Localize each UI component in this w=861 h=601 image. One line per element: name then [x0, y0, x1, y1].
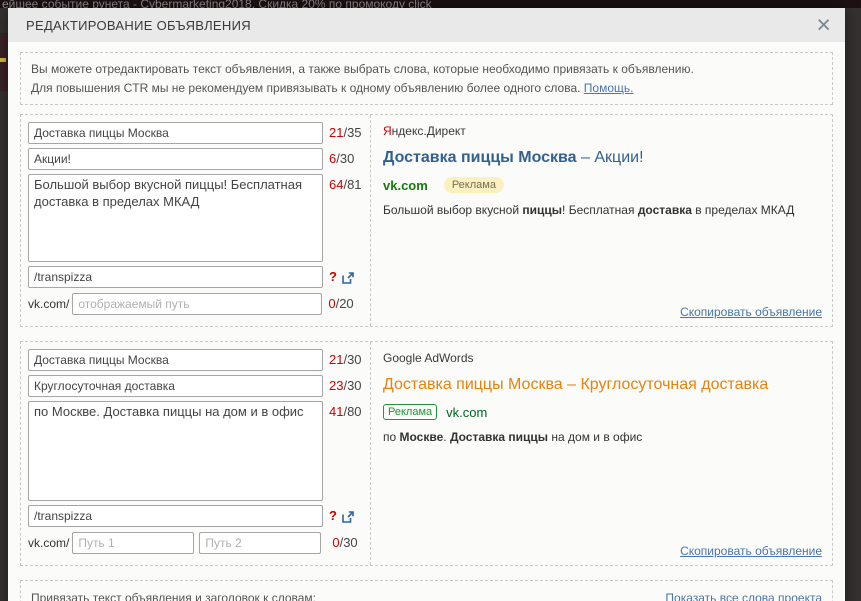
char-counter: 21/30: [329, 349, 362, 371]
google-ad-form: 21/30 23/30 по Москве. Доставка пиццы на…: [21, 342, 371, 565]
preview-ad-text: по Москве. Доставка пиццы на дом и в офи…: [383, 429, 820, 446]
modal-header: РЕДАКТИРОВАНИЕ ОБЪЯВЛЕНИЯ ×: [8, 8, 845, 42]
preview-ad-title: Доставка пиццы Москва – Акции!: [383, 149, 820, 167]
google-title1-input[interactable]: [28, 349, 323, 371]
google-title2-input[interactable]: [28, 375, 323, 397]
intro-note: Вы можете отредактировать текст объявлен…: [20, 52, 833, 105]
network-label: Google AdWords: [383, 351, 820, 365]
bind-words-section: Привязать текст объявления и заголовок к…: [20, 580, 833, 601]
char-counter: 0/20: [328, 293, 353, 315]
intro-line2: Для повышения CTR мы не рекомендуем прив…: [31, 81, 580, 95]
google-path2-input[interactable]: [199, 532, 321, 554]
yandex-title2-input[interactable]: [28, 148, 323, 170]
google-url-input[interactable]: [28, 505, 323, 527]
help-question-icon[interactable]: ?: [329, 266, 337, 288]
preview-display-url: vk.com: [446, 405, 487, 420]
char-counter: 0/30: [332, 532, 357, 554]
yandex-title1-input[interactable]: [28, 122, 323, 144]
background-page-banner: ейшее событие рунета - Cybermarketing201…: [0, 0, 861, 8]
edit-ad-modal: РЕДАКТИРОВАНИЕ ОБЪЯВЛЕНИЯ × Вы можете от…: [8, 8, 845, 601]
google-path1-input[interactable]: [72, 532, 194, 554]
char-counter: 41/80: [329, 401, 362, 423]
char-counter: 23/30: [329, 375, 362, 397]
vk-domain-prefix: vk.com/: [28, 532, 69, 554]
help-question-icon[interactable]: ?: [329, 505, 337, 527]
copy-ad-link[interactable]: Скопировать объявление: [680, 544, 822, 558]
google-text-row: по Москве. Доставка пиццы на дом и в офи…: [28, 401, 364, 501]
yandex-ad-preview: Яндекс.Директ Доставка пиццы Москва – Ак…: [371, 115, 832, 326]
yandex-text-area[interactable]: Большой выбор вкусной пиццы! Бесплатная …: [28, 174, 323, 262]
vk-domain-prefix: vk.com/: [28, 293, 69, 315]
char-counter: 64/81: [329, 174, 362, 196]
google-title2-row: 23/30: [28, 375, 364, 397]
google-url-row: ?: [28, 505, 364, 528]
yandex-display-path-input[interactable]: [72, 293, 322, 315]
show-all-project-words-link[interactable]: Показать все слова проекта: [665, 589, 822, 601]
intro-line1: Вы можете отредактировать текст объявлен…: [31, 62, 694, 76]
help-link[interactable]: Помощь.: [584, 81, 634, 95]
yandex-title1-row: 21/35: [28, 122, 364, 144]
modal-body: Вы можете отредактировать текст объявлен…: [8, 42, 845, 601]
preview-ad-title: Доставка пиццы Москва – Круглосуточная д…: [383, 376, 820, 394]
background-banner-text: ейшее событие рунета - Cybermarketing201…: [0, 0, 861, 8]
preview-display-url: vk.com: [383, 178, 428, 193]
yandex-display-path-row: vk.com/ 0/20: [28, 293, 364, 315]
network-label: Яндекс.Директ: [383, 124, 820, 138]
close-icon[interactable]: ×: [816, 9, 831, 41]
external-link-icon[interactable]: [342, 271, 354, 289]
preview-url-line: vk.com Реклама: [383, 177, 820, 193]
external-link-icon[interactable]: [342, 510, 354, 528]
yandex-title2-row: 6/30: [28, 148, 364, 170]
background-left-accent: [0, 33, 8, 91]
copy-ad-link[interactable]: Скопировать объявление: [680, 305, 822, 319]
yandex-url-input[interactable]: [28, 266, 323, 288]
google-ad-block: 21/30 23/30 по Москве. Доставка пиццы на…: [20, 341, 833, 566]
ad-badge: Реклама: [444, 177, 504, 193]
preview-url-line: Реклама vk.com: [383, 404, 820, 420]
background-left-dash: [0, 58, 6, 62]
modal-title: РЕДАКТИРОВАНИЕ ОБЪЯВЛЕНИЯ: [26, 18, 251, 33]
ad-badge: Реклама: [383, 404, 437, 420]
google-ad-preview: Google AdWords Доставка пиццы Москва – К…: [371, 342, 832, 565]
char-counter: 21/35: [329, 122, 362, 144]
yandex-ad-block: 21/35 6/30 Большой выбор вкусной пиццы! …: [20, 114, 833, 327]
yandex-url-row: ?: [28, 266, 364, 289]
google-display-path-row: vk.com/ 0/30: [28, 532, 364, 554]
yandex-ad-form: 21/35 6/30 Большой выбор вкусной пиццы! …: [21, 115, 371, 326]
google-title1-row: 21/30: [28, 349, 364, 371]
char-counter: 6/30: [329, 148, 354, 170]
bind-words-label: Привязать текст объявления и заголовок к…: [31, 589, 316, 601]
preview-ad-text: Большой выбор вкусной пиццы! Бесплатная …: [383, 202, 820, 219]
yandex-text-row: Большой выбор вкусной пиццы! Бесплатная …: [28, 174, 364, 262]
google-text-area[interactable]: по Москве. Доставка пиццы на дом и в офи…: [28, 401, 323, 501]
